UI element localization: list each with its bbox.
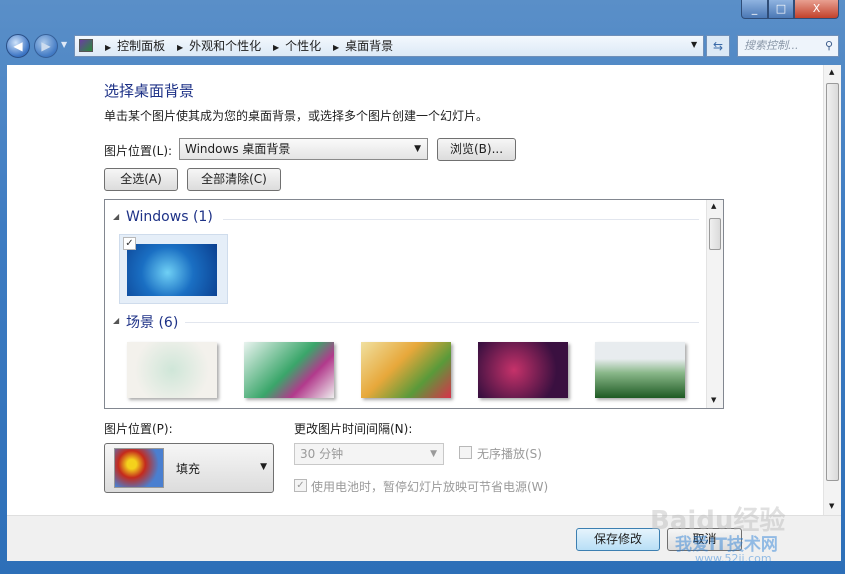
breadcrumb-personalization[interactable]: 个性化 xyxy=(285,36,321,56)
save-button[interactable]: 保存修改 xyxy=(576,528,660,551)
collapse-icon[interactable]: ◢ xyxy=(113,212,119,221)
page-scrollbar-thumb[interactable] xyxy=(826,83,839,481)
location-select[interactable]: Windows 桌面背景 ▼ xyxy=(179,138,428,160)
location-label: 图片位置(L): xyxy=(104,144,173,158)
control-panel-icon xyxy=(79,39,93,52)
search-icon: ⚲ xyxy=(824,39,833,52)
shuffle-label: 无序播放(S) xyxy=(477,447,542,461)
select-all-button[interactable]: 全选(A) xyxy=(104,168,178,191)
clear-all-button[interactable]: 全部清除(C) xyxy=(187,168,281,191)
refresh-button[interactable]: ⇆ xyxy=(706,35,730,57)
back-button[interactable]: ◀ xyxy=(6,34,30,58)
footer: 保存修改 取消 xyxy=(7,515,841,561)
wallpaper-thumb-scene-5[interactable] xyxy=(595,342,685,398)
minimize-button[interactable]: _ xyxy=(741,0,768,19)
group-scenes-header[interactable]: 场景 (6) xyxy=(126,312,178,332)
breadcrumb-control-panel[interactable]: 控制面板 xyxy=(117,36,165,56)
chevron-down-icon: ▼ xyxy=(260,462,267,472)
maximize-button[interactable]: □ xyxy=(768,0,794,19)
wallpaper-checkbox[interactable]: ✓ xyxy=(123,237,136,250)
forward-button[interactable]: ▶ xyxy=(34,34,58,58)
wallpaper-thumb-scene-4[interactable] xyxy=(478,342,568,398)
chevron-right-icon: ▶ xyxy=(273,43,280,52)
wallpaper-thumb-windows[interactable]: ✓ xyxy=(119,234,228,304)
list-scrollbar-thumb[interactable] xyxy=(709,218,721,250)
chevron-right-icon: ▶ xyxy=(105,43,112,52)
content-pane: 选择桌面背景 单击某个图片使其成为您的桌面背景，或选择多个图片创建一个幻灯片。 … xyxy=(7,65,841,515)
search-input[interactable]: 搜索控制... ⚲ xyxy=(737,35,839,57)
browse-button[interactable]: 浏览(B)... xyxy=(437,138,516,161)
recent-pages-dropdown[interactable]: ▼ xyxy=(61,40,67,49)
wallpaper-thumb-scene-2[interactable] xyxy=(244,342,334,398)
collapse-icon[interactable]: ◢ xyxy=(113,316,119,325)
chevron-down-icon: ▼ xyxy=(430,449,437,459)
position-preview-image xyxy=(114,448,164,488)
position-label: 图片位置(P): xyxy=(104,422,173,436)
battery-checkbox[interactable]: ✓ xyxy=(294,479,307,492)
chevron-down-icon: ▼ xyxy=(414,144,421,154)
battery-label: 使用电池时，暂停幻灯片放映可节省电源(W) xyxy=(311,480,549,494)
chevron-right-icon: ▶ xyxy=(177,43,184,52)
wallpaper-thumb-scene-1[interactable] xyxy=(127,342,217,398)
breadcrumb-appearance[interactable]: 外观和个性化 xyxy=(189,36,261,56)
address-dropdown-icon[interactable]: ▼ xyxy=(691,40,697,49)
breadcrumb-desktop-background[interactable]: 桌面背景 xyxy=(345,36,393,56)
page-title: 选择桌面背景 xyxy=(104,82,195,100)
shuffle-checkbox[interactable] xyxy=(459,446,472,459)
position-select[interactable]: 填充 ▼ xyxy=(104,443,274,493)
picture-list[interactable]: ◢ Windows (1) ✓ ◢ 场景 (6) ▲ ▼ xyxy=(104,199,724,409)
cancel-button[interactable]: 取消 xyxy=(667,528,742,551)
group-windows-header[interactable]: Windows (1) xyxy=(126,209,213,225)
close-button[interactable]: X xyxy=(794,0,839,19)
chevron-right-icon: ▶ xyxy=(333,43,340,52)
interval-select[interactable]: 30 分钟 ▼ xyxy=(294,443,444,465)
interval-label: 更改图片时间间隔(N): xyxy=(294,422,413,436)
address-bar[interactable]: ▶ 控制面板 ▶ 外观和个性化 ▶ 个性化 ▶ 桌面背景 ▼ xyxy=(74,35,704,57)
page-description: 单击某个图片使其成为您的桌面背景，或选择多个图片创建一个幻灯片。 xyxy=(104,109,489,123)
list-scrollbar[interactable]: ▲ ▼ xyxy=(706,200,723,408)
page-scrollbar[interactable]: ▲ ▼ xyxy=(823,65,841,515)
wallpaper-thumb-scene-3[interactable] xyxy=(361,342,451,398)
